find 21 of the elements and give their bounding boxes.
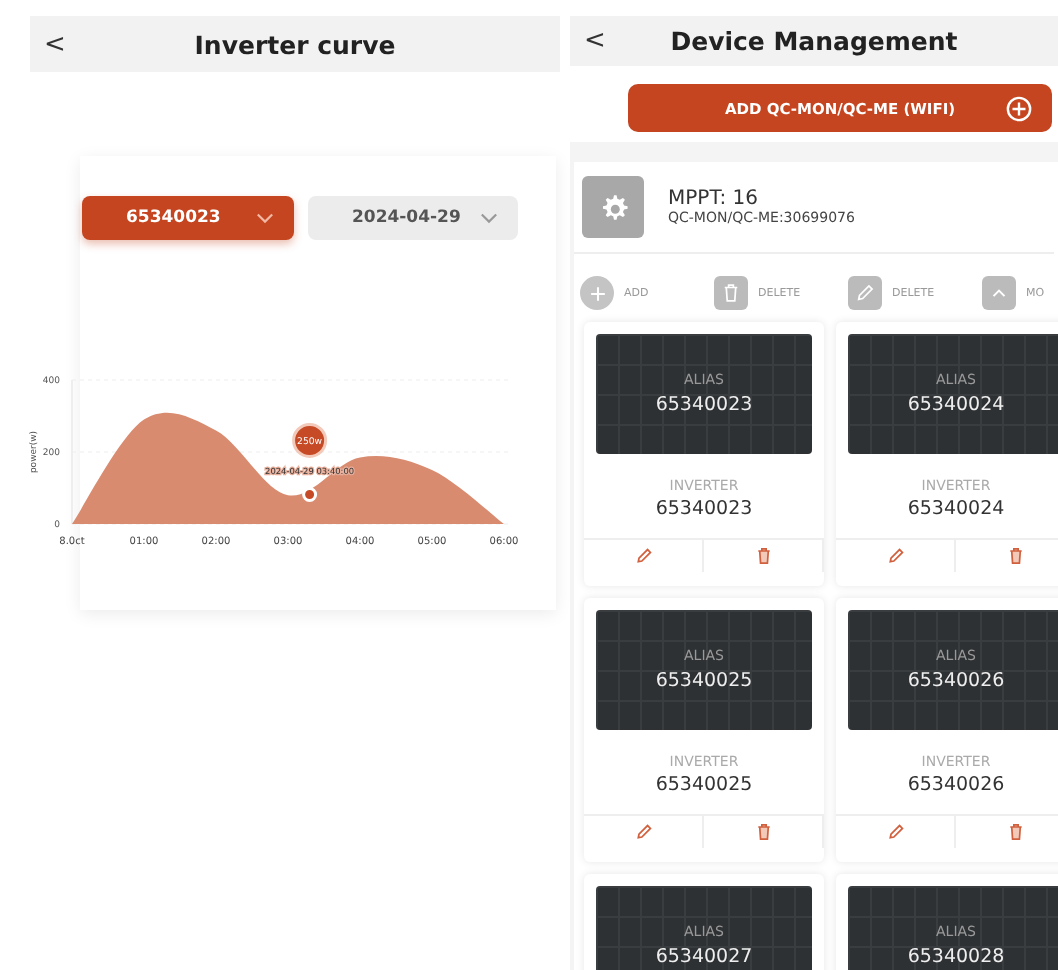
plus-circle-icon[interactable]	[580, 276, 614, 310]
device-serial: 65340024	[907, 498, 1005, 520]
alias-value: 65340028	[907, 946, 1005, 968]
alias-value: 65340024	[907, 394, 1005, 416]
pencil-icon[interactable]	[848, 276, 882, 310]
trash-icon[interactable]	[714, 276, 748, 310]
screen-title: Inverter curve	[194, 29, 396, 59]
back-button[interactable]: <	[584, 26, 606, 56]
alias-value: 65340025	[655, 670, 753, 692]
plus-circle-icon	[1006, 95, 1032, 121]
device-serial: 65340025	[655, 774, 753, 796]
gear-icon	[582, 176, 644, 238]
screen-title: Device Management	[670, 26, 958, 56]
alias-value: 65340027	[655, 946, 753, 968]
back-button[interactable]: <	[44, 29, 66, 59]
alias-value: 65340023	[655, 394, 753, 416]
alias-value: 65340026	[907, 670, 1005, 692]
gateway-title: MPPT: 16	[668, 188, 760, 210]
device-serial: 65340023	[655, 498, 753, 520]
chevron-up-icon[interactable]	[982, 276, 1016, 310]
device-serial: 65340026	[907, 774, 1005, 796]
